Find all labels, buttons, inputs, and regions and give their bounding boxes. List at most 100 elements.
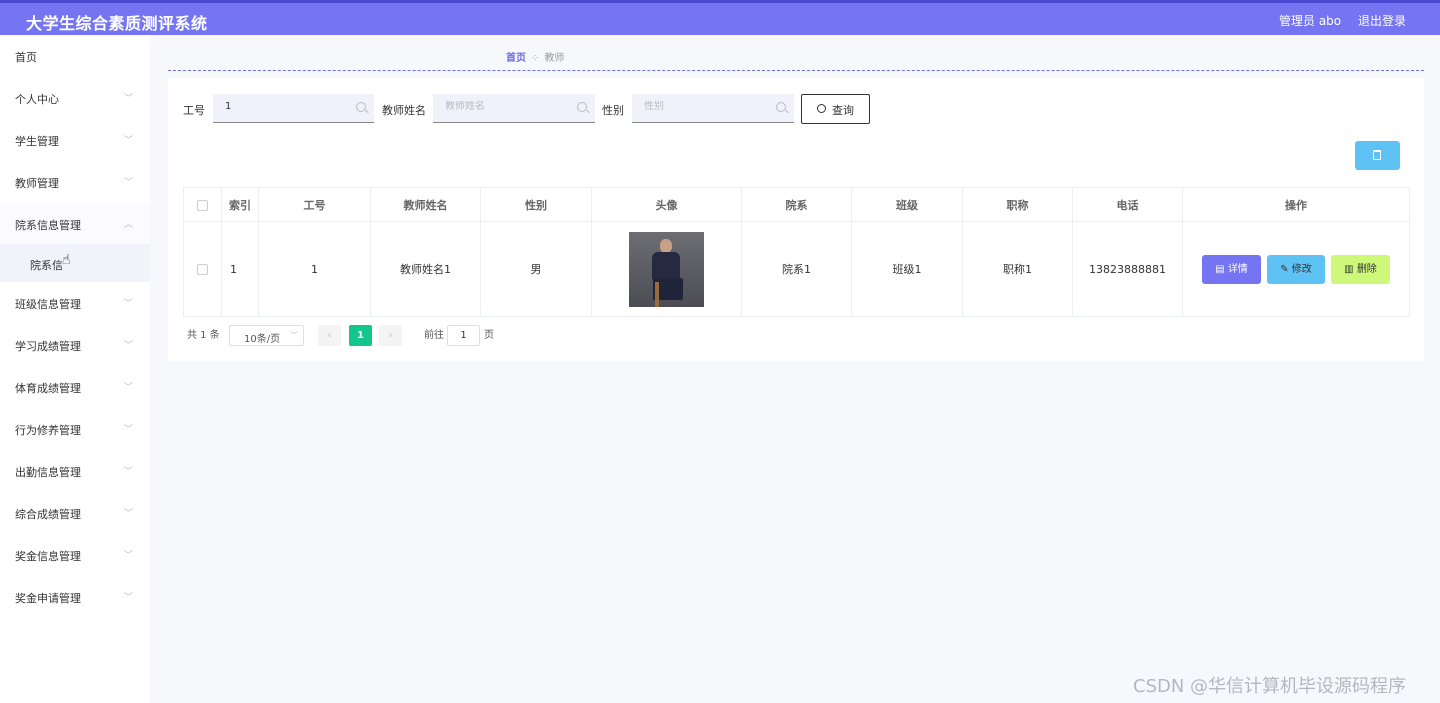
sidebar-item-label: 个人中心 xyxy=(15,93,59,106)
sidebar-item-label: 首页 xyxy=(15,51,37,64)
avatar-image[interactable] xyxy=(629,231,704,307)
column-header: 电话 xyxy=(1072,187,1183,222)
table-header-row: 索引 工号 教师姓名 性别 头像 院系 班级 职称 电话 操作 xyxy=(183,187,1410,222)
batch-delete-button[interactable] xyxy=(1355,141,1400,170)
delete-button-label: 删除 xyxy=(1356,263,1377,275)
edit-button-label: 修改 xyxy=(1291,263,1312,275)
name-input[interactable] xyxy=(445,101,565,112)
chevron-down-icon: ﹀ xyxy=(124,467,134,477)
chevron-down-icon: ﹀ xyxy=(124,509,134,519)
sidebar-item-label: 学习成绩管理 xyxy=(15,340,81,353)
row-checkbox[interactable] xyxy=(197,264,208,275)
detail-button-label: 详情 xyxy=(1227,263,1248,275)
page-size-value: 10条/页 xyxy=(244,334,281,345)
logout-button[interactable]: 退出登录 xyxy=(1358,12,1406,29)
header-checkbox-cell xyxy=(183,187,222,222)
chevron-down-icon: ﹀ xyxy=(124,178,134,188)
cell-index: 1 xyxy=(221,221,259,317)
column-header: 职称 xyxy=(962,187,1073,222)
chevron-down-icon: ﹀ xyxy=(124,299,134,309)
sidebar-item-label: 班级信息管理 xyxy=(15,298,81,311)
gonghao-input[interactable] xyxy=(225,101,345,112)
column-header: 性别 xyxy=(480,187,592,222)
sidebar-item-label: 体育成绩管理 xyxy=(15,382,81,395)
gonghao-field[interactable] xyxy=(213,94,374,123)
column-header: 操作 xyxy=(1182,187,1410,222)
cell-gender: 男 xyxy=(480,221,592,317)
sidebar-item-label: 奖金信息管理 xyxy=(15,550,81,563)
cell-title: 职称1 xyxy=(962,221,1073,317)
sidebar-item-label: 学生管理 xyxy=(15,135,59,148)
column-header: 工号 xyxy=(258,187,371,222)
page-number-current[interactable]: 1 xyxy=(349,325,372,346)
search-icon xyxy=(817,104,826,113)
pencil-icon: ✎ xyxy=(1280,263,1292,275)
goto-page-input[interactable]: 1 xyxy=(447,325,480,346)
trash-icon: ▥ xyxy=(1344,263,1357,275)
sidebar-item-label: 教师管理 xyxy=(15,177,59,190)
app-title: 大学生综合素质测评系统 xyxy=(26,14,208,33)
sidebar-item-attendance[interactable]: 出勤信息管理 ﹀ xyxy=(0,450,150,492)
detail-button[interactable]: ▤ 详情 xyxy=(1202,254,1261,284)
sidebar-subitem-departments[interactable]: 院系信 xyxy=(0,244,150,282)
sidebar-item-label: 奖金申请管理 xyxy=(15,592,81,605)
breadcrumb-home[interactable]: 首页 xyxy=(506,53,526,64)
chevron-down-icon: ﹀ xyxy=(124,551,134,561)
delete-button[interactable]: ▥ 删除 xyxy=(1331,254,1390,284)
column-header: 班级 xyxy=(851,187,963,222)
row-checkbox-cell xyxy=(183,221,222,317)
sidebar-item-students[interactable]: 学生管理 ﹀ xyxy=(0,119,150,161)
cell-actions: ▤ 详情 ✎ 修改 ▥ 删除 xyxy=(1182,221,1410,317)
sidebar-subitem-label: 院系信 xyxy=(30,259,63,272)
cell-class: 班级1 xyxy=(851,221,963,317)
search-icon xyxy=(356,102,366,112)
teacher-table: 索引 工号 教师姓名 性别 头像 院系 班级 职称 电话 操作 1 1 教师姓名… xyxy=(183,187,1410,317)
breadcrumb-separator: ⁘ xyxy=(531,53,540,64)
column-header: 院系 xyxy=(741,187,852,222)
goto-prefix: 前往 xyxy=(424,330,444,341)
sidebar-item-pe-scores[interactable]: 体育成绩管理 ﹀ xyxy=(0,366,150,408)
sidebar-item-teachers[interactable]: 教师管理 ﹀ xyxy=(0,161,150,203)
edit-button[interactable]: ✎ 修改 xyxy=(1267,254,1325,284)
sidebar-item-label: 行为修养管理 xyxy=(15,424,81,437)
gender-input[interactable] xyxy=(644,101,764,112)
sidebar-item-classes[interactable]: 班级信息管理 ﹀ xyxy=(0,282,150,324)
sidebar-item-label: 院系信息管理 xyxy=(15,219,81,232)
search-icon xyxy=(577,102,587,112)
column-header: 教师姓名 xyxy=(370,187,481,222)
page-size-select[interactable]: 10条/页 ﹀ xyxy=(229,325,304,346)
sidebar-item-scholarship-apply[interactable]: 奖金申请管理 ﹀ xyxy=(0,576,150,618)
sidebar-item-departments[interactable]: 院系信息管理 ︿ xyxy=(0,203,150,245)
next-page-button[interactable]: › xyxy=(379,325,402,346)
chevron-up-icon: ︿ xyxy=(124,220,134,230)
sidebar-item-study-scores[interactable]: 学习成绩管理 ﹀ xyxy=(0,324,150,366)
name-field[interactable] xyxy=(433,94,595,123)
document-icon: ▤ xyxy=(1215,263,1228,275)
sidebar-item-scholarship-info[interactable]: 奖金信息管理 ﹀ xyxy=(0,534,150,576)
cell-name: 教师姓名1 xyxy=(370,221,481,317)
pagination-total: 共 1 条 xyxy=(187,330,220,341)
query-button[interactable]: 查询 xyxy=(801,94,870,124)
breadcrumb-current: 教师 xyxy=(544,53,565,64)
select-all-checkbox[interactable] xyxy=(197,199,208,211)
chevron-down-icon: ﹀ xyxy=(124,425,134,435)
sidebar-item-conduct[interactable]: 行为修养管理 ﹀ xyxy=(0,408,150,450)
sidebar-item-personal[interactable]: 个人中心 ﹀ xyxy=(0,77,150,119)
divider xyxy=(168,70,1424,71)
trash-icon xyxy=(1373,150,1381,160)
table-row: 1 1 教师姓名1 男 院系1 班级1 职称1 13823888881 ▤ 详情… xyxy=(183,221,1410,317)
search-icon xyxy=(776,102,786,112)
prev-page-button[interactable]: ‹ xyxy=(318,325,341,346)
query-button-label: 查询 xyxy=(832,104,854,117)
breadcrumb: 首页 ⁘ 教师 xyxy=(506,49,564,64)
chevron-down-icon: ﹀ xyxy=(124,383,134,393)
goto-suffix: 页 xyxy=(484,330,494,341)
sidebar-item-overall-scores[interactable]: 综合成绩管理 ﹀ xyxy=(0,492,150,534)
chevron-down-icon: ﹀ xyxy=(290,331,298,340)
sidebar-item-label: 综合成绩管理 xyxy=(15,508,81,521)
column-header: 头像 xyxy=(591,187,742,222)
chevron-down-icon: ﹀ xyxy=(124,136,134,146)
gender-field[interactable] xyxy=(632,94,794,123)
sidebar-item-home[interactable]: 首页 xyxy=(0,35,150,77)
sidebar: 首页 个人中心 ﹀ 学生管理 ﹀ 教师管理 ﹀ 院系信息管理 ︿ 院系信 班级信息管理 ﹀… xyxy=(0,35,150,703)
